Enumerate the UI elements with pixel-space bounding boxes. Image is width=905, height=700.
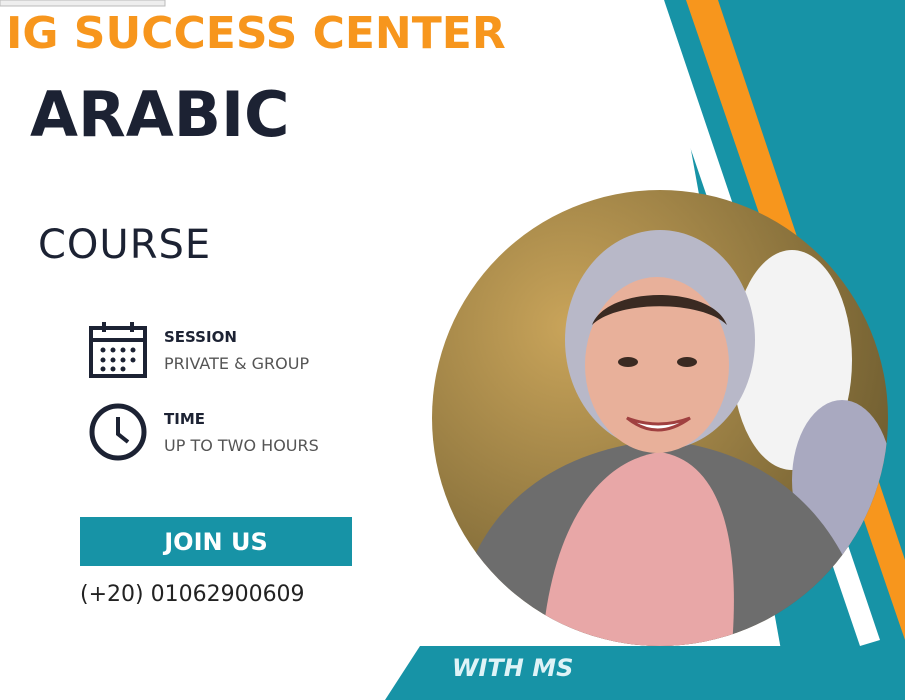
- time-value: UP TO TWO HOURS: [164, 435, 319, 455]
- calendar-icon: [89, 322, 147, 378]
- top-tab: [0, 0, 166, 7]
- time-label: TIME: [164, 409, 205, 428]
- clock-icon: [89, 403, 147, 461]
- footer-text: WITH MS: [452, 654, 574, 682]
- course-heading: COURSE: [38, 222, 212, 268]
- session-info: SESSION PRIVATE & GROUP: [88, 320, 309, 380]
- time-info: TIME UP TO TWO HOURS: [88, 402, 319, 462]
- phone-number: (+20) 01062900609: [80, 582, 305, 607]
- subject-title: ARABIC: [30, 78, 290, 151]
- session-value: PRIVATE & GROUP: [164, 353, 310, 373]
- join-us-button[interactable]: JOIN US: [80, 517, 352, 566]
- session-label: SESSION: [164, 327, 237, 346]
- instructor-photo: [432, 190, 888, 646]
- brand-title: IG SUCCESS CENTER: [6, 8, 506, 59]
